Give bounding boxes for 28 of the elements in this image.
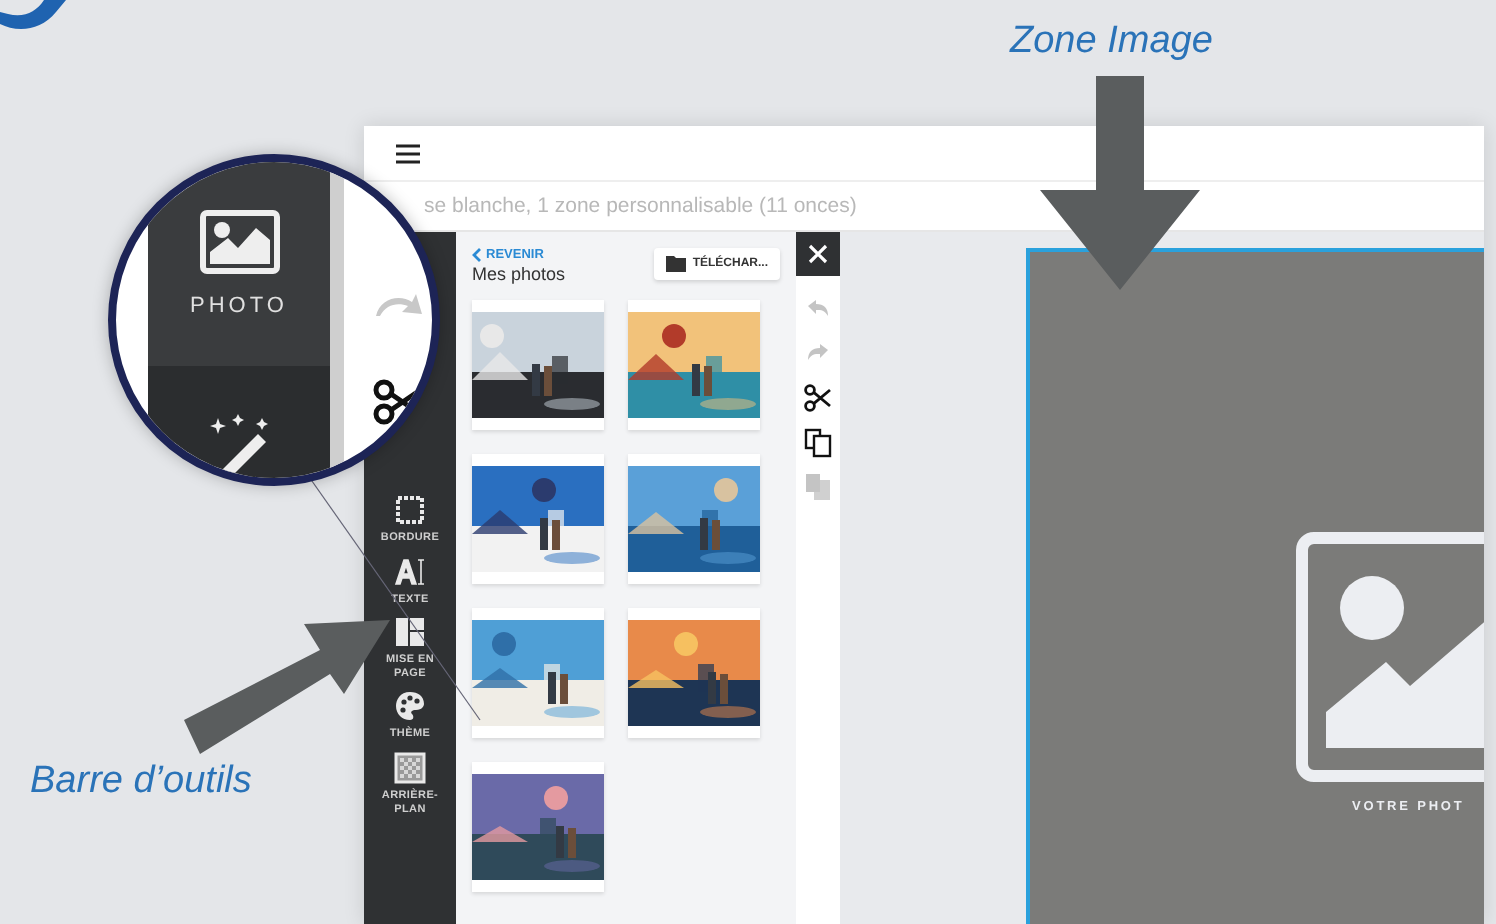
border-icon [394,494,426,526]
redo-icon [372,290,424,318]
photo-thumbnail[interactable] [472,454,604,584]
photo-thumbnail[interactable] [472,608,604,738]
palette-icon [394,690,426,723]
photo-thumbnail[interactable] [628,300,760,430]
text-cursor-icon [394,555,426,588]
image-placeholder-icon [1296,532,1484,782]
menu-icon[interactable] [396,143,420,163]
chevron-left-icon [472,248,482,262]
annotation-label: Barre d’outils [30,760,252,804]
photo-thumbnail[interactable] [628,454,760,584]
panel-title: Mes photos [472,264,566,284]
product-description: se blanche, 1 zone personnalisable (11 onces) [424,194,857,218]
close-icon [808,244,828,264]
scissors-icon[interactable] [802,382,834,414]
close-button[interactable] [796,232,840,276]
photo-thumbnail[interactable] [472,300,604,430]
image-icon [199,210,279,274]
checkered-square-icon [394,751,426,784]
logo-fragment-drawing [0,0,68,32]
annotation-label: Zone Image [1010,20,1213,64]
photo-thumbnail[interactable] [472,762,604,892]
copy-icon[interactable] [802,426,834,458]
tool-label: PHOTO [190,294,288,318]
layout-icon [394,616,426,649]
photo-thumbnail[interactable] [628,608,760,738]
folder-icon [666,256,687,272]
